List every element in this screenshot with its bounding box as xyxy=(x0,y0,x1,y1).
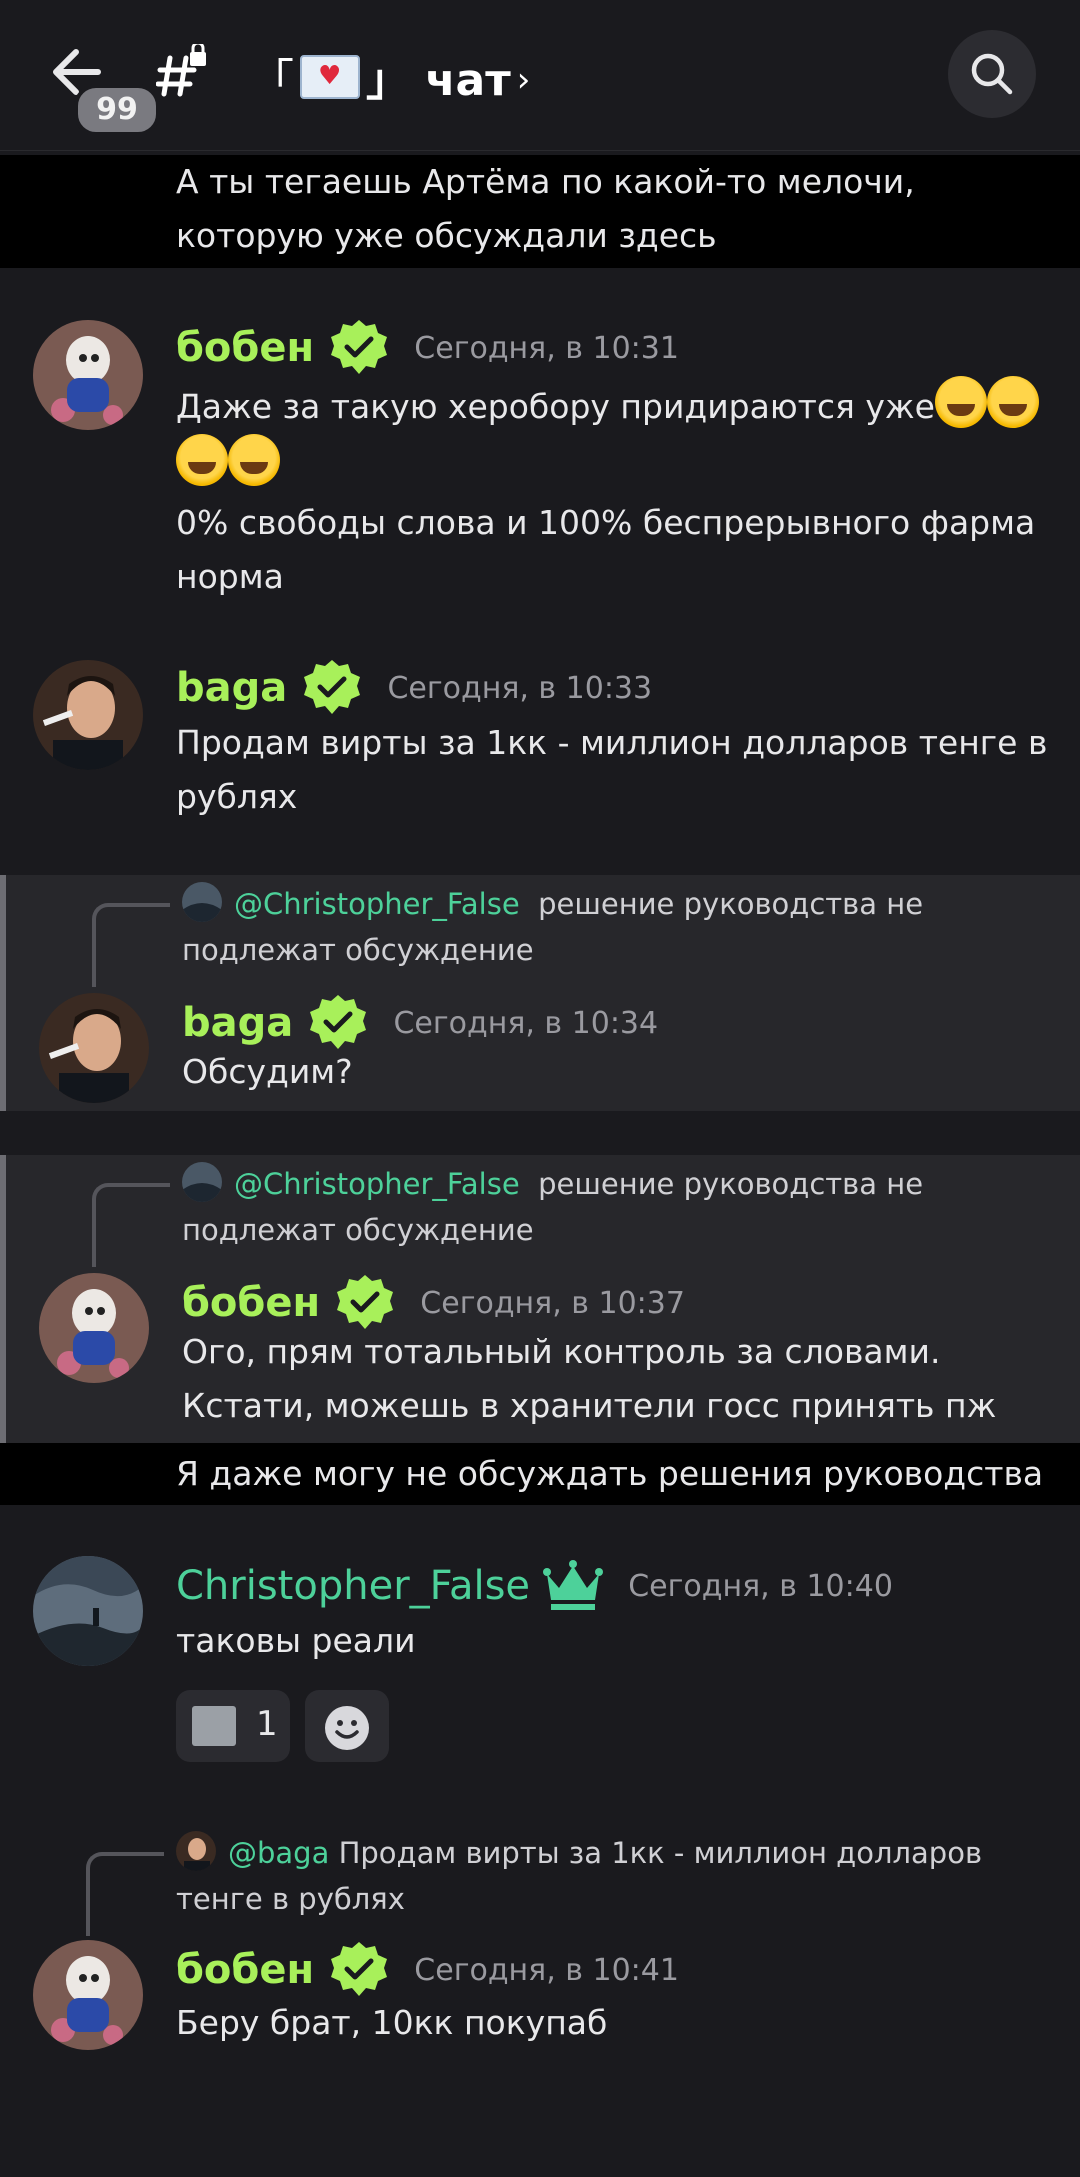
message-time: Сегодня, в 10:37 xyxy=(420,1285,685,1321)
message-line: Даже за такую херобору придираются уже xyxy=(176,387,935,426)
highlighted-message[interactable]: Я даже могу не обсуждать решения руковод… xyxy=(0,1443,1080,1505)
message-text: Я даже могу не обсуждать решения руковод… xyxy=(176,1454,1044,1493)
avatar[interactable] xyxy=(33,1556,143,1666)
message-item[interactable]: Christopher_False Сегодня, в 10:40 таков… xyxy=(0,1540,1080,1780)
message-header: бобен Сегодня, в 10:37 xyxy=(182,1273,685,1329)
avatar[interactable] xyxy=(33,1940,143,2050)
reply-connector xyxy=(86,1852,164,1936)
message-text: 0% свободы слова и 100% беспрерывного фа… xyxy=(176,503,1036,596)
channel-title-left: 「 xyxy=(250,55,294,106)
reply-preview[interactable]: @Christopher_False решение руководства н… xyxy=(182,881,1052,973)
avatar[interactable] xyxy=(33,660,143,770)
reply-preview[interactable]: @Christopher_False решение руководства н… xyxy=(182,1161,1052,1253)
verified-badge-icon xyxy=(331,1942,388,1996)
verified-badge-icon xyxy=(331,320,388,374)
message-header: baga Сегодня, в 10:34 xyxy=(182,993,658,1049)
avatar[interactable] xyxy=(33,320,143,430)
rofl-emoji-icon xyxy=(986,376,1039,428)
message-text: Обсудим? xyxy=(182,1052,353,1091)
message-time: Сегодня, в 10:34 xyxy=(393,1005,659,1041)
message-header: Christopher_False Сегодня, в 10:40 xyxy=(176,1558,893,1614)
author-name[interactable]: бобен xyxy=(176,325,314,371)
message-item[interactable]: бобен Сегодня, в 10:31 Даже за такую хер… xyxy=(0,300,1080,620)
search-icon xyxy=(971,53,1013,95)
rofl-emoji-icon xyxy=(228,434,280,486)
channel-title-right: 」 чат xyxy=(366,55,511,106)
channel-header: 99 「 」 чат› xyxy=(0,0,1080,151)
reply-message-item[interactable]: @Christopher_False решение руководства н… xyxy=(0,875,1080,1111)
message-item[interactable]: baga Сегодня, в 10:33 Продам вирты за 1к… xyxy=(0,640,1080,840)
message-text: Беру брат, 10кк покупаб xyxy=(176,2003,608,2042)
add-reaction-button[interactable] xyxy=(305,1690,390,1762)
message-text: Ого, прям тотальный контроль за словами.… xyxy=(182,1332,997,1425)
add-reaction-icon xyxy=(325,1706,370,1750)
reply-avatar xyxy=(182,1162,222,1202)
author-name[interactable]: Christopher_False xyxy=(176,1563,530,1609)
reply-mention[interactable]: @Christopher_False xyxy=(234,1167,520,1201)
avatar[interactable] xyxy=(39,993,149,1103)
verified-badge-icon xyxy=(337,1275,394,1329)
channel-title[interactable]: 「 」 чат› xyxy=(250,44,530,108)
reply-mention[interactable]: @baga xyxy=(228,1836,329,1870)
hashtag-lock-icon xyxy=(155,41,212,100)
reply-avatar xyxy=(176,1831,216,1871)
reaction-count: 1 xyxy=(256,1704,278,1744)
reply-preview[interactable]: @baga Продам вирты за 1кк - миллион долл… xyxy=(176,1830,1046,1922)
custom-emoji-icon xyxy=(192,1706,236,1746)
message-time: Сегодня, в 10:40 xyxy=(628,1568,893,1604)
chevron-right-icon: › xyxy=(516,60,531,100)
love-letter-icon xyxy=(300,55,360,99)
reply-connector xyxy=(92,1183,170,1267)
reaction-chip[interactable]: 1 xyxy=(176,1690,290,1762)
verified-badge-icon xyxy=(310,995,367,1049)
unread-badge: 99 xyxy=(74,84,160,136)
rofl-emoji-icon xyxy=(934,376,987,428)
crown-icon xyxy=(543,1560,604,1610)
verified-badge-icon xyxy=(304,660,361,714)
author-name[interactable]: baga xyxy=(182,1000,293,1046)
message-header: бобен Сегодня, в 10:41 xyxy=(176,1940,679,1996)
message-time: Сегодня, в 10:33 xyxy=(387,670,653,706)
reply-connector xyxy=(92,903,170,987)
reply-avatar xyxy=(182,882,222,922)
avatar[interactable] xyxy=(39,1273,149,1383)
author-name[interactable]: baga xyxy=(176,665,287,711)
message-text: таковы реали xyxy=(176,1621,416,1660)
message-header: baga Сегодня, в 10:33 xyxy=(176,658,652,714)
message-header: бобен Сегодня, в 10:31 xyxy=(176,318,679,374)
author-name[interactable]: бобен xyxy=(176,1947,314,1993)
highlighted-message[interactable]: А ты тегаешь Артёма по какой-то мелочи, … xyxy=(0,155,1080,268)
message-time: Сегодня, в 10:41 xyxy=(414,1952,679,1988)
message-text: Продам вирты за 1кк - миллион долларов т… xyxy=(176,723,1048,816)
rofl-emoji-icon xyxy=(176,434,228,486)
reply-message-item[interactable]: @baga Продам вирты за 1кк - миллион долл… xyxy=(0,1820,1080,2070)
reply-mention[interactable]: @Christopher_False xyxy=(234,887,520,921)
search-button[interactable] xyxy=(948,30,1036,118)
reply-message-item[interactable]: @Christopher_False решение руководства н… xyxy=(0,1155,1080,1443)
author-name[interactable]: бобен xyxy=(182,1280,320,1326)
reactions-bar: 1 xyxy=(176,1690,399,1762)
message-text: Даже за такую херобору придираются уже xyxy=(176,376,1056,492)
message-text: А ты тегаешь Артёма по какой-то мелочи, … xyxy=(176,162,915,255)
message-time: Сегодня, в 10:31 xyxy=(414,330,679,366)
